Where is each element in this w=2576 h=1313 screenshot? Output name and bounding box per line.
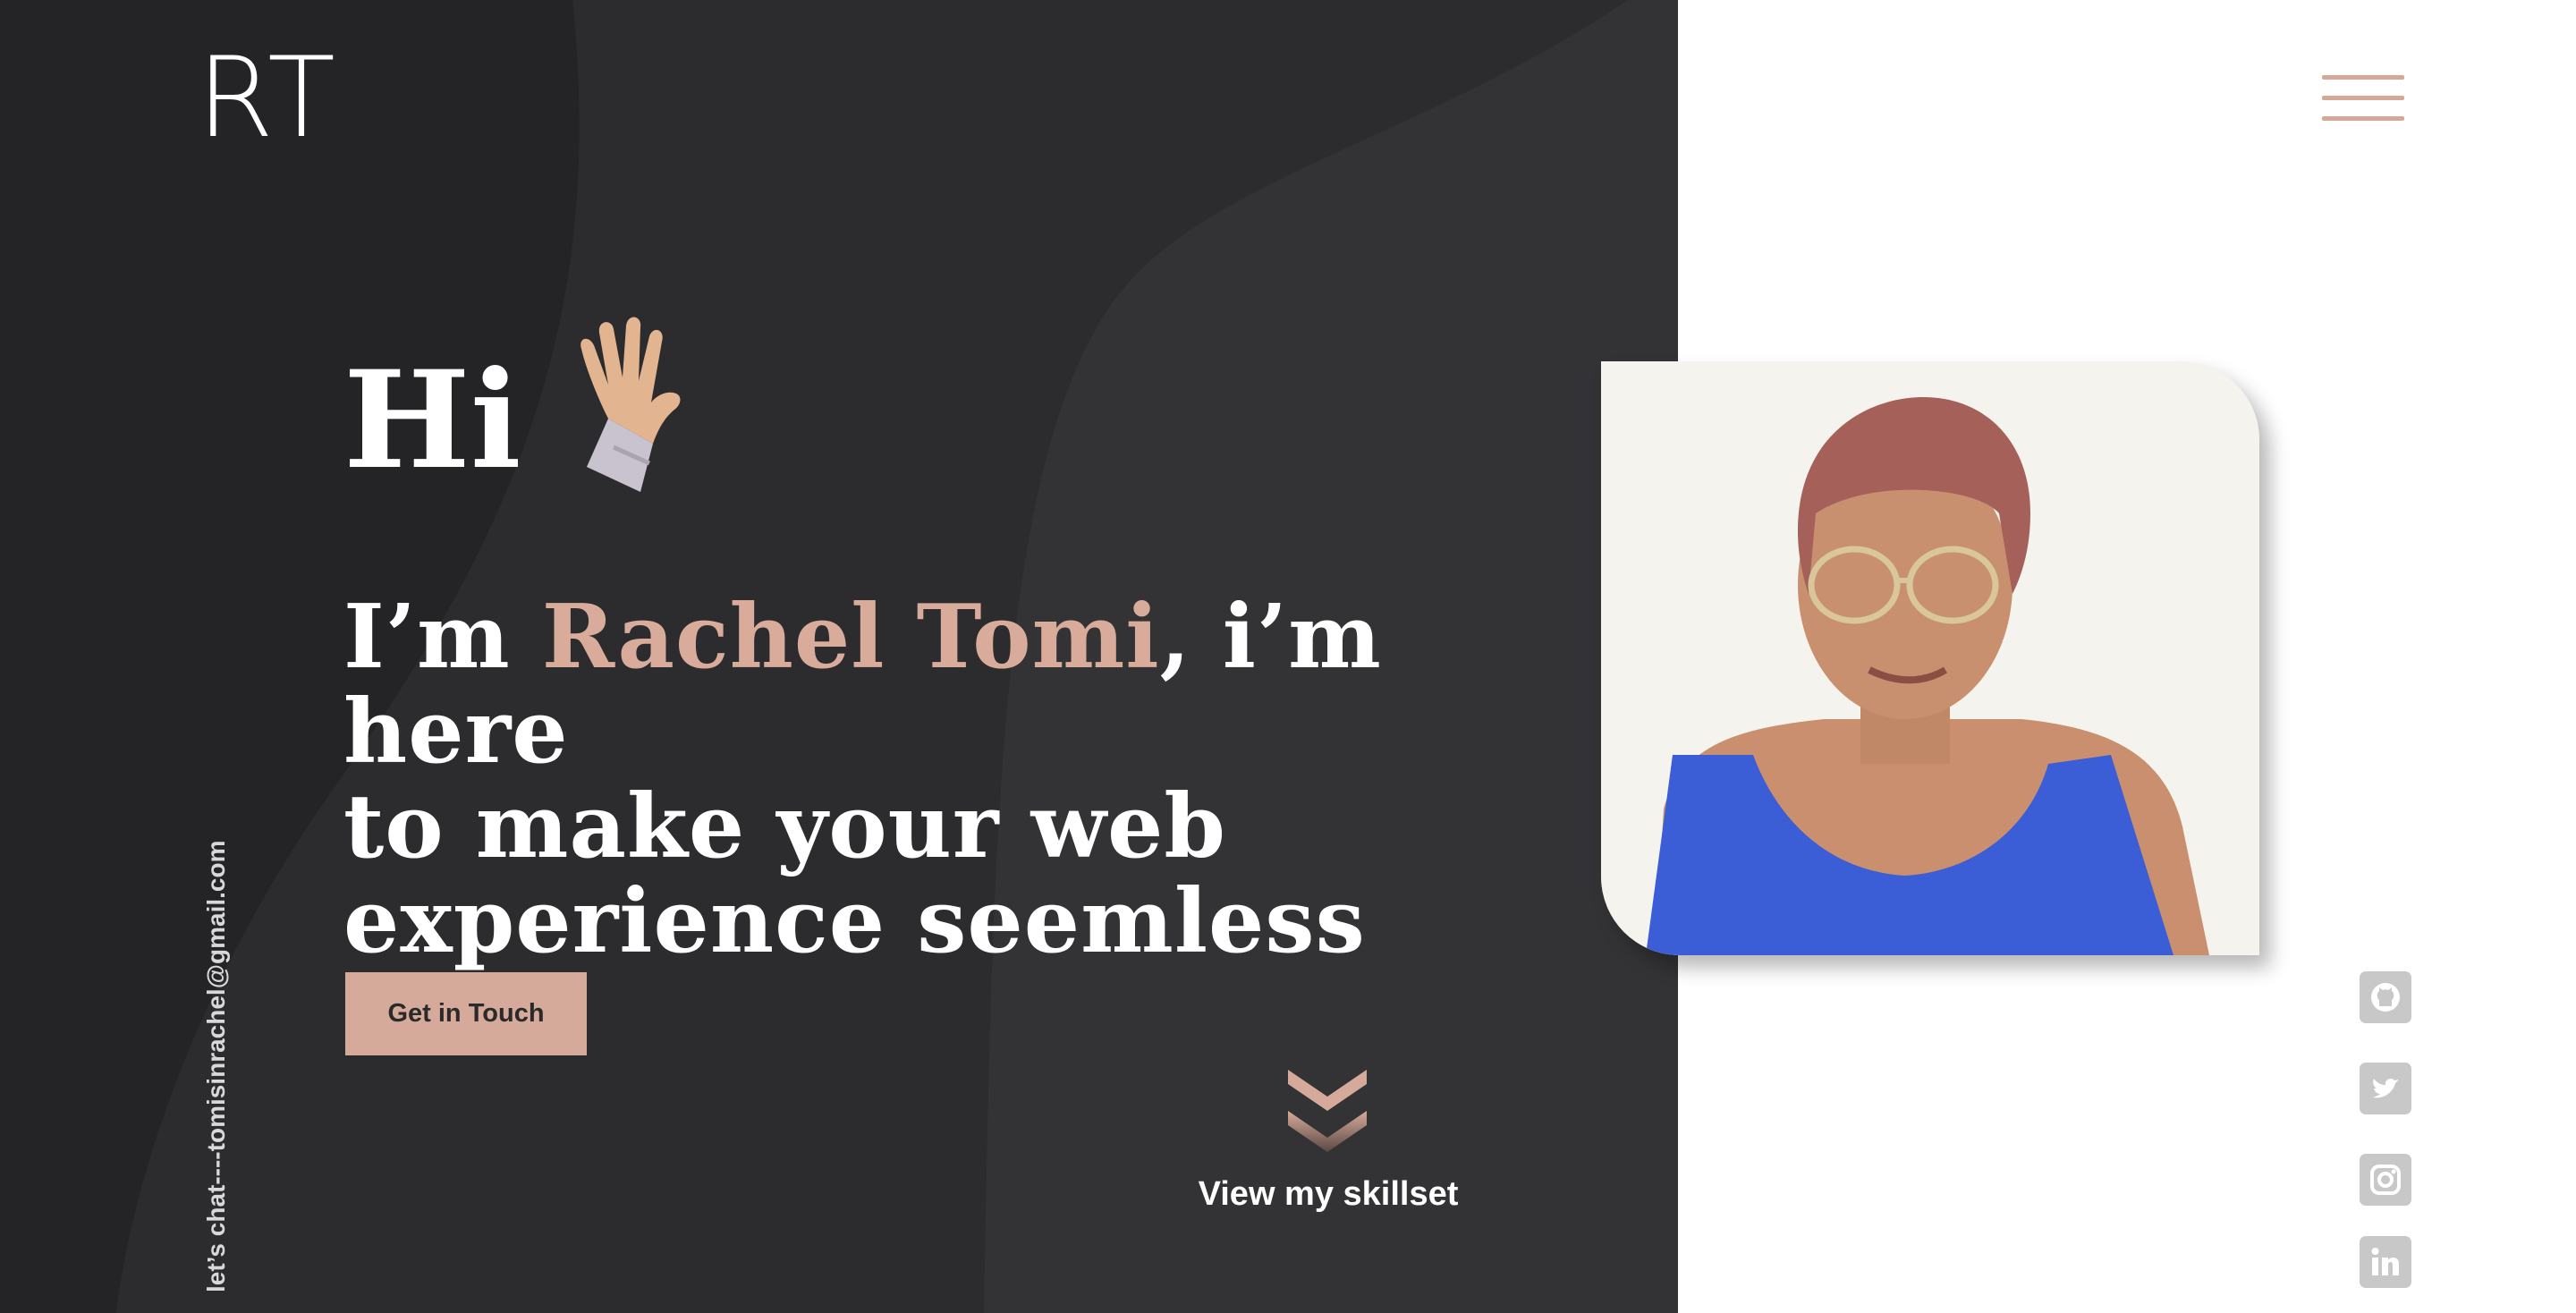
- twitter-bird-glyph: [2373, 1078, 2399, 1098]
- hamburger-menu-icon[interactable]: [2322, 75, 2404, 122]
- portrait-illustration: [1601, 361, 2259, 955]
- linkedin-icon[interactable]: [2360, 1236, 2411, 1288]
- greeting-heading: Hi: [343, 342, 521, 499]
- profile-photo: [1601, 361, 2259, 955]
- instagram-icon[interactable]: [2360, 1154, 2411, 1206]
- twitter-icon[interactable]: [2360, 1063, 2411, 1114]
- intro-headline: I’m Rachel Tomi, i’m here to make your we…: [343, 590, 1506, 970]
- intro-prefix: I’m: [343, 586, 542, 689]
- view-skillset-link[interactable]: View my skillset: [1181, 1064, 1476, 1225]
- waving-hand-icon: [580, 317, 681, 492]
- view-skillset-label: View my skillset: [1198, 1175, 1459, 1213]
- github-icon[interactable]: [2360, 971, 2411, 1023]
- site-logo[interactable]: RT: [197, 43, 337, 154]
- intro-line-2: to make your web: [343, 775, 1226, 878]
- highlighted-name: Rachel Tomi: [541, 586, 1160, 689]
- instagram-glyph: [2370, 1165, 2401, 1195]
- double-chevron-down-icon: [1288, 1070, 1367, 1152]
- intro-line-3: experience seemless: [343, 870, 1366, 973]
- hero-dark-panel: RT Hi I’m Rachel Tomi, i’m here to make y…: [0, 0, 1678, 1313]
- get-in-touch-button[interactable]: Get in Touch: [345, 972, 587, 1055]
- linkedin-glyph: [2371, 1248, 2399, 1275]
- github-glyph: [2371, 983, 2400, 1012]
- side-contact-email[interactable]: let’s chat----tomisinrachel@gmail.com: [202, 841, 231, 1292]
